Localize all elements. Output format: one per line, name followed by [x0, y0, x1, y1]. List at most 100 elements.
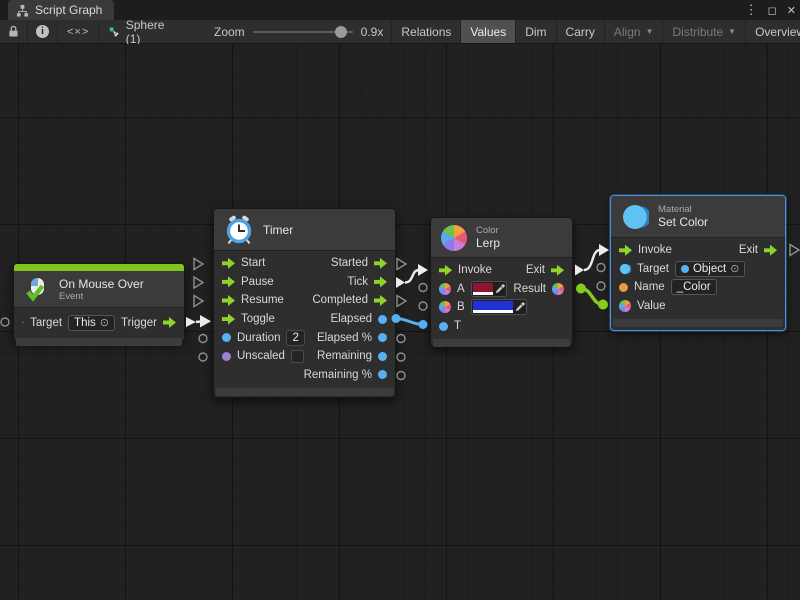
node-set-color[interactable]: Material Set Color Invoke Exit Target [610, 195, 786, 331]
lock-icon [8, 25, 19, 38]
target-object-field[interactable]: Object ⊙ [675, 261, 745, 277]
material-icon [621, 203, 649, 231]
port-label: Pause [241, 276, 274, 288]
port-b-in[interactable] [419, 302, 427, 310]
port-lerp-invoke-in[interactable] [418, 264, 428, 276]
port-row: A Result [431, 280, 572, 299]
color-a-field[interactable] [471, 281, 508, 297]
port-label: Exit [739, 244, 758, 256]
port-row: Value [611, 297, 785, 316]
node-footer [433, 339, 570, 347]
port-remaining-out[interactable] [397, 353, 405, 361]
align-dropdown[interactable]: Align ▼ [605, 20, 664, 43]
value-in-icon [222, 352, 231, 361]
port-setcolor-name-in[interactable] [597, 282, 605, 290]
graph-pointer-icon [109, 25, 119, 39]
color-b-field[interactable] [471, 299, 527, 315]
port-value-in[interactable] [598, 300, 608, 310]
port-label: B [457, 301, 465, 313]
name-field[interactable]: _Color [671, 279, 717, 295]
port-setcolor-invoke-in[interactable] [599, 244, 609, 256]
port-row: B [431, 298, 572, 317]
node-color-lerp[interactable]: Color Lerp Invoke Exit A [430, 217, 573, 347]
color-b-swatch [473, 301, 513, 310]
carry-button[interactable]: Carry [557, 20, 605, 43]
code-view-button[interactable]: <×> [58, 20, 99, 43]
port-label: Started [331, 257, 368, 269]
port-label: Completed [312, 294, 368, 306]
unscaled-checkbox[interactable] [291, 350, 304, 363]
object-picker-icon: ⊙ [100, 316, 109, 329]
values-button[interactable]: Values [461, 20, 516, 43]
target-value-field[interactable]: This ⊙ [68, 315, 115, 331]
port-pause-in[interactable] [194, 277, 203, 288]
value-out-icon [378, 315, 387, 324]
duration-field[interactable]: 2 [286, 330, 304, 346]
port-target-in[interactable] [1, 318, 9, 326]
context-object-name: Sphere (1) [126, 18, 168, 46]
color-port-icon [439, 283, 451, 295]
port-toggle-in[interactable] [200, 315, 211, 328]
port-setcolor-target-in[interactable] [597, 264, 605, 272]
port-start-in[interactable] [194, 259, 203, 270]
flow-out-icon [163, 317, 176, 328]
flow-in-icon [222, 258, 235, 269]
port-tick-out[interactable] [396, 277, 405, 288]
timer-icon [224, 215, 254, 245]
maximize-icon[interactable]: ◻ [768, 4, 777, 17]
overview-button[interactable]: Overview [746, 20, 800, 43]
port-result-out[interactable] [576, 284, 586, 294]
port-row: Unscaled Remaining [214, 347, 395, 366]
port-label: Elapsed % [317, 332, 372, 344]
node-category: Material [658, 204, 708, 215]
port-trigger-out[interactable] [186, 317, 196, 327]
port-row: Invoke Exit [431, 261, 572, 280]
wire-result-to-value [581, 289, 603, 305]
port-label: Exit [526, 264, 545, 276]
port-row: Duration 2 Elapsed % [214, 328, 395, 347]
node-timer[interactable]: Timer Start Started Pause Tick [213, 208, 396, 398]
tab-script-graph[interactable]: Script Graph [8, 0, 114, 20]
port-unscaled-in[interactable] [199, 353, 207, 361]
zoom-slider-handle[interactable] [335, 26, 347, 38]
port-row: Name _Color [611, 278, 785, 297]
wire-trigger-to-toggle [196, 322, 201, 323]
port-label: T [454, 320, 461, 332]
flow-in-icon [222, 276, 235, 287]
distribute-dropdown[interactable]: Distribute ▼ [663, 20, 746, 43]
graph-context[interactable]: Sphere (1) [99, 20, 178, 43]
dim-button[interactable]: Dim [516, 20, 556, 43]
port-remaining-pct-out[interactable] [397, 372, 405, 380]
window-menu-icon[interactable]: ⋮ [745, 2, 758, 18]
port-completed-out[interactable] [397, 296, 406, 307]
lock-button[interactable] [0, 20, 28, 43]
cube-icon [22, 316, 24, 329]
color-wheel-icon [441, 225, 467, 251]
info-button[interactable]: i [28, 20, 58, 43]
port-t-in[interactable] [419, 320, 428, 329]
graph-canvas[interactable]: On Mouse Over Event Target This ⊙ Trigge… [0, 44, 800, 600]
relations-button[interactable]: Relations [392, 20, 461, 43]
distribute-label: Distribute [672, 25, 723, 39]
port-started-out[interactable] [397, 259, 406, 270]
trigger-port-label: Trigger [121, 317, 157, 329]
port-lerp-exit-out[interactable] [575, 265, 584, 276]
port-duration-in[interactable] [199, 335, 207, 343]
zoom-slider[interactable] [253, 31, 353, 33]
port-resume-in[interactable] [194, 296, 203, 307]
port-a-in[interactable] [419, 284, 427, 292]
close-icon[interactable]: ✕ [787, 4, 796, 17]
port-label: Toggle [241, 313, 275, 325]
port-label: Result [513, 283, 546, 295]
eyedropper-icon[interactable] [495, 284, 505, 294]
title-bar: Script Graph ⋮ ◻ ✕ [0, 0, 800, 20]
port-label: Tick [347, 276, 368, 288]
target-object-value: Object [693, 263, 726, 275]
node-on-mouse-over[interactable]: On Mouse Over Event Target This ⊙ Trigge… [13, 263, 185, 342]
zoom-value: 0.9x [361, 25, 384, 39]
color-port-icon [439, 301, 451, 313]
port-setcolor-exit-out[interactable] [790, 245, 799, 256]
port-elapsed-pct-out[interactable] [397, 335, 405, 343]
port-label: Name [634, 281, 665, 293]
eyedropper-icon[interactable] [515, 302, 525, 312]
